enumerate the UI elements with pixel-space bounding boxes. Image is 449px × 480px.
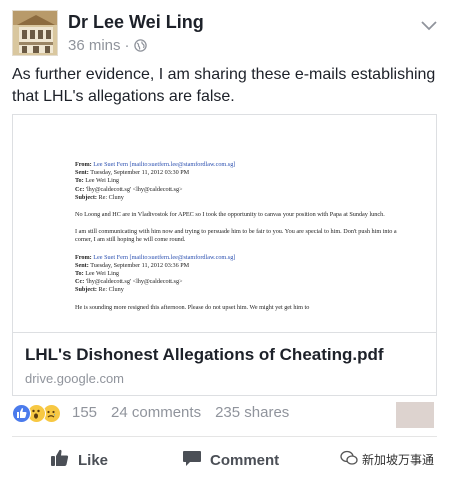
email-excerpt: From: Lee Suet Fern [mailto:suetfern.lee… — [75, 161, 415, 321]
globe-icon — [133, 39, 147, 52]
watermark: 新加坡万事通 — [340, 450, 434, 469]
chevron-down-icon[interactable] — [421, 18, 437, 31]
comment-button[interactable]: Comment — [182, 448, 279, 472]
reaction-icons[interactable] — [12, 404, 61, 423]
share-count[interactable]: 235 shares — [215, 404, 289, 421]
post-message: As further evidence, I am sharing these … — [12, 66, 436, 105]
like-label: Like — [78, 451, 109, 469]
link-domain: drive.google.com — [25, 371, 124, 386]
commenter-thumbnail — [396, 402, 434, 428]
post-meta: 36 mins · — [68, 37, 147, 54]
post-time[interactable]: 36 mins — [68, 37, 121, 54]
action-divider — [12, 436, 437, 437]
document-preview-image: From: Lee Suet Fern [mailto:suetfern.lee… — [13, 115, 436, 333]
thumbs-up-icon — [50, 448, 70, 472]
engagement-counts: 155 24 comments 235 shares — [72, 404, 289, 421]
email-header-1: From: Lee Suet Fern [mailto:suetfern.lee… — [75, 161, 236, 201]
action-bar: Like Comment 新加坡万事通 — [0, 442, 449, 476]
watermark-text: 新加坡万事通 — [362, 453, 435, 467]
like-button[interactable]: Like — [50, 448, 108, 472]
comment-label: Comment — [210, 451, 280, 469]
link-preview-card[interactable]: From: Lee Suet Fern [mailto:suetfern.lee… — [12, 114, 437, 396]
preview-fade — [13, 323, 436, 332]
author-name[interactable]: Dr Lee Wei Ling — [68, 12, 204, 33]
reaction-count[interactable]: 155 — [72, 404, 97, 421]
like-reaction-icon — [12, 404, 31, 423]
email-header-2: From: Lee Suet Fern [mailto:suetfern.lee… — [75, 253, 236, 294]
email-body-2: He is sounding more resigned this aftern… — [75, 303, 310, 311]
wechat-icon — [340, 450, 358, 469]
link-title[interactable]: LHL's Dishonest Allegations of Cheating.… — [25, 345, 384, 365]
comment-icon — [182, 448, 202, 472]
email-body-1b: I am still communicating with him now an… — [75, 228, 397, 244]
email-body-1a: No Loong and HC are in Vladivostok for A… — [75, 211, 385, 219]
author-avatar[interactable] — [12, 10, 58, 56]
facebook-post: Dr Lee Wei Ling 36 mins · As further evi… — [0, 0, 449, 480]
meta-separator: · — [124, 37, 130, 54]
comment-count[interactable]: 24 comments — [111, 404, 201, 421]
